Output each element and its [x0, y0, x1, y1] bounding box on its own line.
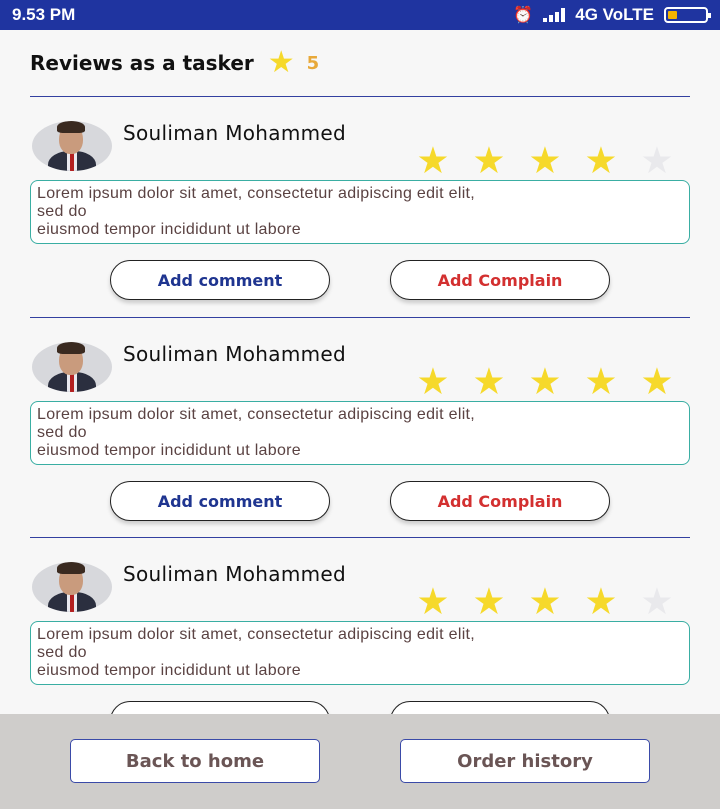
signal-icon	[543, 8, 566, 22]
page-title: Reviews as a tasker	[30, 51, 254, 75]
reviews-header: Reviews as a tasker ★ 5	[30, 48, 319, 78]
review-comment: Lorem ipsum dolor sit amet, consectetur …	[30, 180, 690, 244]
star-icon: ★	[640, 360, 674, 403]
star-icon: ★	[528, 580, 562, 623]
comment-line: eiusmod tempor incididunt ut labore	[37, 662, 301, 679]
comment-line: sed do	[37, 424, 87, 441]
divider	[30, 96, 690, 97]
order-history-button[interactable]: Order history	[400, 739, 650, 783]
star-rating: ★ ★ ★ ★ ★	[412, 582, 678, 622]
star-icon: ★	[528, 360, 562, 403]
star-icon: ★	[267, 45, 295, 80]
bottom-nav: Back to home Order history	[0, 714, 720, 809]
star-icon: ★	[640, 580, 674, 623]
star-icon: ★	[584, 580, 618, 623]
review-comment: Lorem ipsum dolor sit amet, consectetur …	[30, 401, 690, 465]
star-icon: ★	[640, 139, 674, 182]
alarm-icon: ⏰	[513, 7, 534, 24]
star-rating: ★ ★ ★ ★ ★	[412, 362, 678, 402]
star-icon: ★	[472, 139, 506, 182]
add-complain-button[interactable]: Add Complain	[390, 481, 610, 521]
comment-line: sed do	[37, 644, 87, 661]
avatar	[32, 121, 112, 171]
add-comment-button[interactable]: Add comment	[110, 481, 330, 521]
review-card: Souliman Mohammed ★ ★ ★ ★ ★ Lorem ipsum …	[0, 111, 720, 331]
star-icon: ★	[584, 360, 618, 403]
star-icon: ★	[416, 580, 450, 623]
star-icon: ★	[416, 139, 450, 182]
star-icon: ★	[472, 360, 506, 403]
add-comment-button[interactable]: Add comment	[110, 260, 330, 300]
overall-rating: 5	[306, 52, 320, 74]
star-icon: ★	[528, 139, 562, 182]
star-rating: ★ ★ ★ ★ ★	[412, 141, 678, 181]
comment-line: eiusmod tempor incididunt ut labore	[37, 221, 301, 238]
reviewer-name: Souliman Mohammed	[123, 562, 346, 586]
comment-line: sed do	[37, 203, 87, 220]
comment-line: eiusmod tempor incididunt ut labore	[37, 442, 301, 459]
comment-line: Lorem ipsum dolor sit amet, consectetur …	[37, 185, 476, 202]
avatar	[32, 342, 112, 392]
status-time: 9.53 PM	[12, 5, 76, 24]
reviewer-name: Souliman Mohammed	[123, 342, 346, 366]
reviewer-name: Souliman Mohammed	[123, 121, 346, 145]
star-icon: ★	[472, 580, 506, 623]
review-comment: Lorem ipsum dolor sit amet, consectetur …	[30, 621, 690, 685]
comment-line: Lorem ipsum dolor sit amet, consectetur …	[37, 406, 476, 423]
network-label: 4G VoLTE	[575, 5, 654, 24]
battery-icon	[664, 7, 711, 23]
star-icon: ★	[584, 139, 618, 182]
divider	[30, 317, 690, 318]
status-indicators: ⏰ 4G VoLTE	[513, 5, 711, 25]
add-complain-button[interactable]: Add Complain	[390, 260, 610, 300]
status-bar: 9.53 PM ⏰ 4G VoLTE	[0, 0, 720, 30]
star-icon: ★	[416, 360, 450, 403]
divider	[30, 537, 690, 538]
back-to-home-button[interactable]: Back to home	[70, 739, 320, 783]
avatar	[32, 562, 112, 612]
review-card: Souliman Mohammed ★ ★ ★ ★ ★ Lorem ipsum …	[0, 332, 720, 552]
comment-line: Lorem ipsum dolor sit amet, consectetur …	[37, 626, 476, 643]
